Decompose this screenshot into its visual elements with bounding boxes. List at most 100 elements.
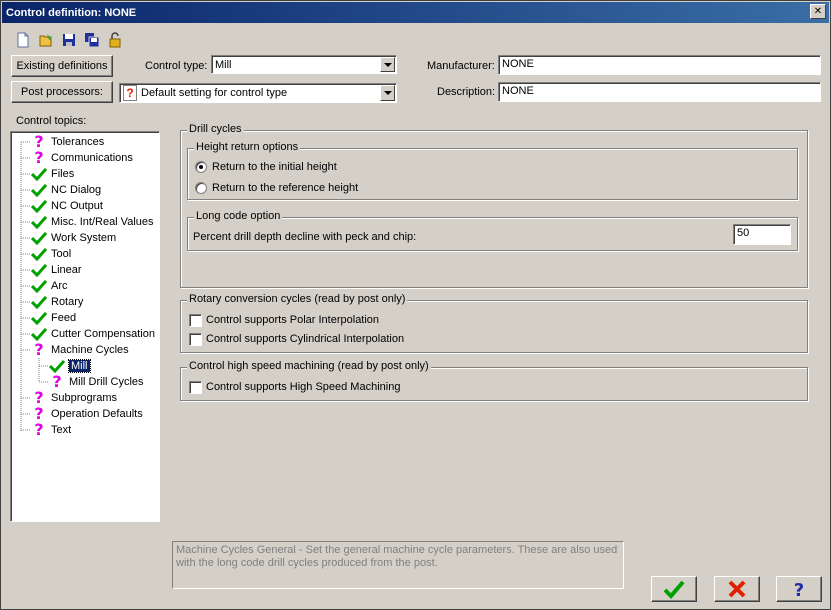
tree-item[interactable]: Arc xyxy=(31,278,68,294)
tree-item-label: Files xyxy=(51,168,75,180)
long-code-title: Long code option xyxy=(194,210,283,222)
post-processors-label: Post processors: xyxy=(21,86,103,98)
open-file-icon[interactable] xyxy=(36,30,55,49)
existing-definitions-button[interactable]: Existing definitions xyxy=(11,55,113,77)
post-processor-value: Default setting for control type xyxy=(141,87,288,99)
description-label: Description: xyxy=(437,86,496,98)
chevron-down-icon[interactable] xyxy=(380,85,395,101)
tree-item[interactable]: ? Mill Drill Cycles xyxy=(49,372,144,391)
control-definition-dialog: Control definition: NONE ✕ Existing defi… xyxy=(0,0,831,610)
question-icon: ? xyxy=(52,372,62,391)
check-icon xyxy=(31,278,47,294)
tree-item-label: NC Dialog xyxy=(51,184,102,196)
tree-item[interactable]: NC Output xyxy=(31,198,103,214)
check-icon xyxy=(663,580,685,599)
tree-item-label: Communications xyxy=(51,152,133,164)
initial-height-label: Return to the initial height xyxy=(212,161,337,173)
tree-item-label: Cutter Compensation xyxy=(51,328,155,340)
reference-height-label: Return to the reference height xyxy=(212,182,359,194)
tree-item-label: Mill Drill Cycles xyxy=(69,376,144,388)
rotary-conversion-group: Rotary conversion cycles (read by post o… xyxy=(180,293,808,353)
check-icon xyxy=(31,310,47,326)
check-icon xyxy=(31,246,47,262)
title-bar: Control definition: NONE ✕ xyxy=(2,2,829,23)
high-speed-label: Control supports High Speed Machining xyxy=(206,381,401,393)
tree-item[interactable]: Feed xyxy=(31,310,76,326)
toolbar xyxy=(13,30,124,50)
height-return-group: Height return options Return to the init… xyxy=(187,141,798,200)
tree-item-label: Rotary xyxy=(51,296,84,308)
tree-item[interactable]: Linear xyxy=(31,262,82,278)
save-icon[interactable] xyxy=(59,30,78,49)
cylindrical-interpolation-checkbox[interactable] xyxy=(189,333,202,346)
tree-item-label: Machine Cycles xyxy=(51,344,129,356)
post-processor-select[interactable]: ? Default setting for control type xyxy=(119,83,397,103)
tree-item[interactable]: Files xyxy=(31,166,74,182)
tree-item-label: Arc xyxy=(51,280,68,292)
tree-item-label: NC Output xyxy=(51,200,103,212)
tree-item[interactable]: Tool xyxy=(31,246,71,262)
tree-item[interactable]: ? Machine Cycles xyxy=(31,342,129,358)
control-type-label: Control type: xyxy=(145,60,208,72)
check-icon xyxy=(31,230,47,246)
tree-item[interactable]: ? Subprograms xyxy=(31,390,117,406)
high-speed-group: Control high speed machining (read by po… xyxy=(180,360,808,401)
ok-button[interactable] xyxy=(651,576,697,602)
height-return-title: Height return options xyxy=(194,141,301,153)
tree-item-label: Tolerances xyxy=(51,136,105,148)
drill-cycles-group: Drill cycles Height return options Retur… xyxy=(180,123,808,288)
polar-interpolation-label: Control supports Polar Interpolation xyxy=(206,314,380,326)
percent-drill-label: Percent drill depth decline with peck an… xyxy=(193,231,417,243)
control-type-value: Mill xyxy=(215,58,232,71)
tree-item[interactable]: ? Text xyxy=(31,422,71,438)
control-type-select[interactable]: Mill xyxy=(211,55,397,74)
question-icon: ? xyxy=(794,580,804,599)
rotary-conversion-title: Rotary conversion cycles (read by post o… xyxy=(187,293,408,305)
control-topics-tree[interactable]: ? Tolerances? Communications Files NC Dialog… xyxy=(10,131,160,522)
check-icon xyxy=(31,262,47,278)
description-field[interactable]: NONE xyxy=(498,82,821,102)
new-file-icon[interactable] xyxy=(13,30,32,49)
tree-item[interactable]: Misc. Int/Real Values xyxy=(31,214,154,230)
high-speed-checkbox[interactable] xyxy=(189,381,202,394)
save-all-icon[interactable] xyxy=(82,30,101,49)
tree-item-label: Work System xyxy=(51,232,117,244)
radio-initial-height[interactable] xyxy=(195,161,207,173)
post-processors-button[interactable]: Post processors: xyxy=(11,81,113,103)
tree-item-label: Text xyxy=(51,424,72,436)
percent-drill-field[interactable]: 50 xyxy=(733,224,791,245)
check-icon xyxy=(31,166,47,182)
manufacturer-field[interactable]: NONE xyxy=(498,55,821,75)
question-icon: ? xyxy=(34,420,44,439)
check-icon xyxy=(31,198,47,214)
polar-interpolation-checkbox[interactable] xyxy=(189,314,202,327)
tree-item-label: Linear xyxy=(51,264,82,276)
question-doc-icon: ? xyxy=(123,85,137,101)
tree-item-label: Mill xyxy=(68,359,91,373)
tree-item[interactable]: Rotary xyxy=(31,294,83,310)
tree-item-label: Tool xyxy=(51,248,72,260)
tree-item-label: Operation Defaults xyxy=(51,408,143,420)
help-button[interactable]: ? xyxy=(776,576,822,602)
tree-item-label: Subprograms xyxy=(51,392,118,404)
radio-reference-height[interactable] xyxy=(195,182,207,194)
manufacturer-label: Manufacturer: xyxy=(427,60,495,72)
tree-item[interactable]: ? Communications xyxy=(31,150,133,166)
check-icon xyxy=(31,294,47,310)
lock-icon[interactable] xyxy=(105,30,124,49)
cancel-button[interactable] xyxy=(714,576,760,602)
tree-item-label: Misc. Int/Real Values xyxy=(51,216,154,228)
tree-item-label: Feed xyxy=(51,312,77,324)
tree-item[interactable]: Cutter Compensation xyxy=(31,326,155,342)
check-icon xyxy=(31,214,47,230)
close-button[interactable]: ✕ xyxy=(810,4,826,19)
check-icon xyxy=(31,182,47,198)
tree-item[interactable]: Work System xyxy=(31,230,116,246)
close-icon: ✕ xyxy=(813,5,823,17)
tree-item[interactable]: NC Dialog xyxy=(31,182,101,198)
help-description: Machine Cycles General - Set the general… xyxy=(172,541,624,589)
tree-item[interactable]: ? Operation Defaults xyxy=(31,406,143,422)
chevron-down-icon[interactable] xyxy=(380,57,395,72)
question-icon: ? xyxy=(34,148,44,167)
svg-text:?: ? xyxy=(794,580,804,599)
